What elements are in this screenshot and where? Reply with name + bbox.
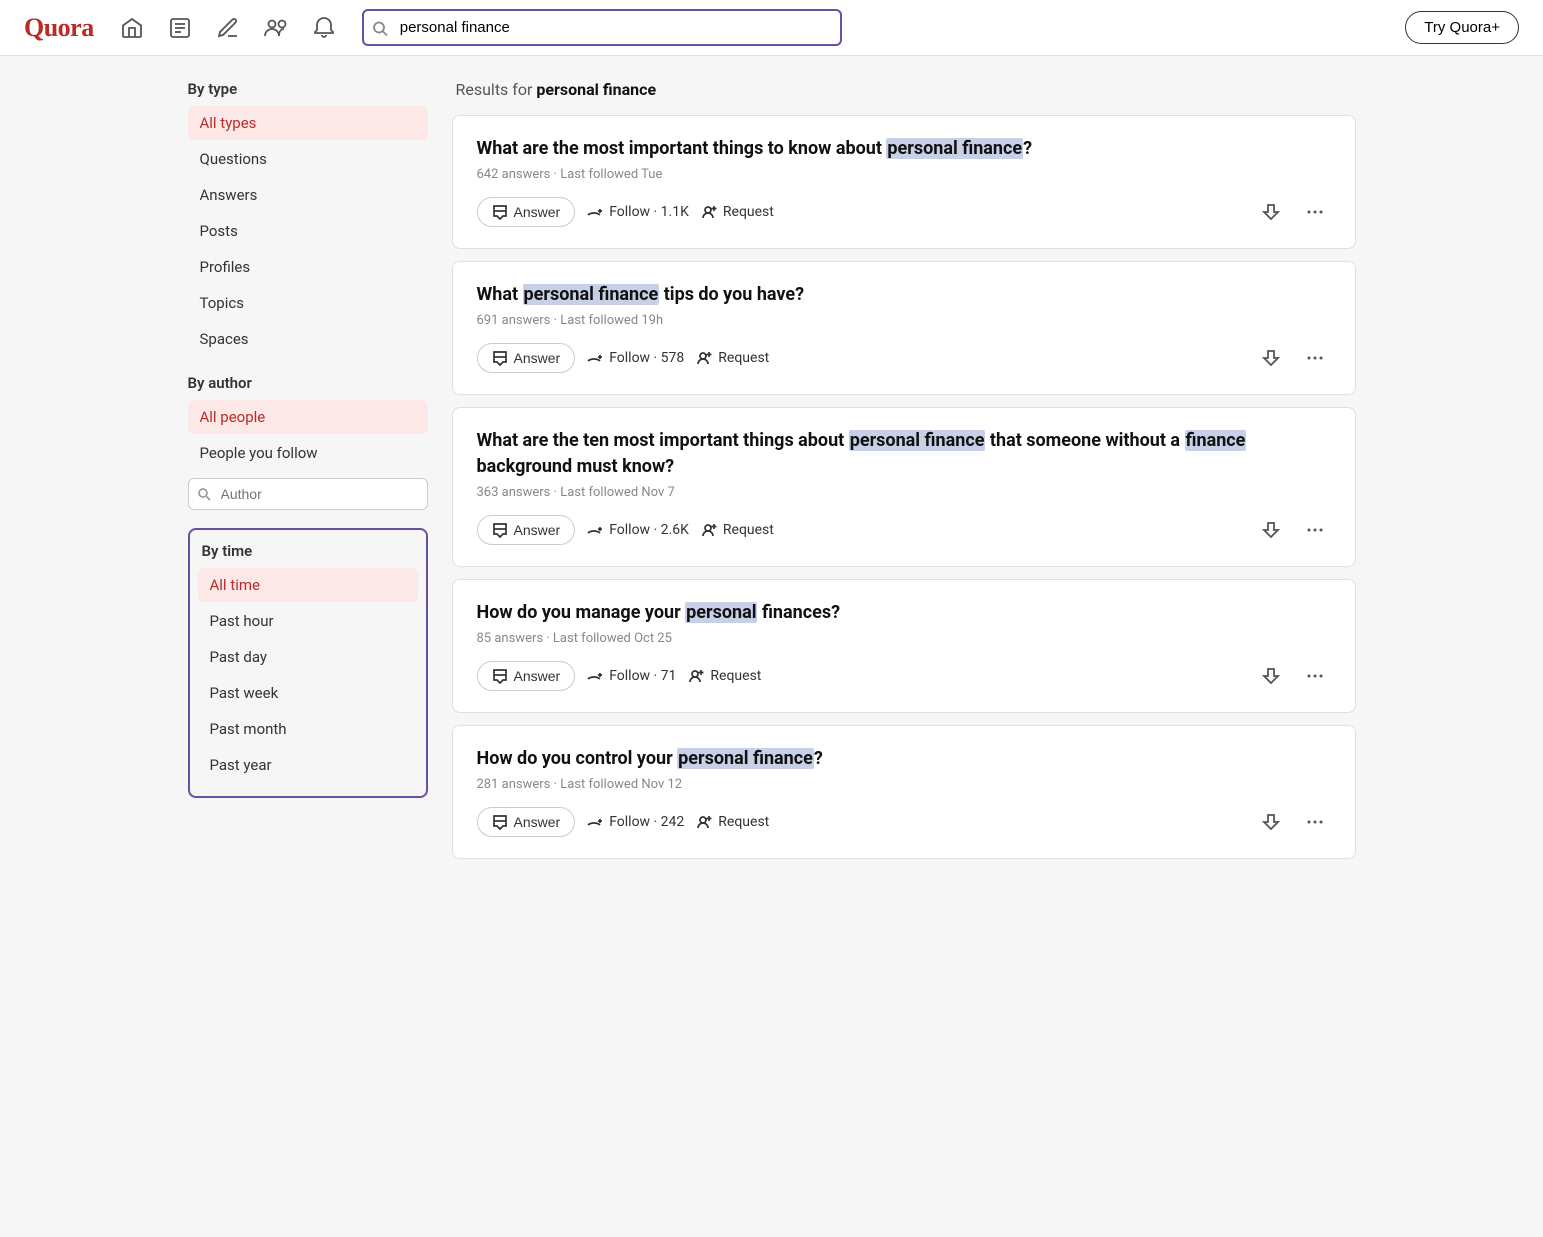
nav-icons (118, 14, 338, 42)
downvote-button[interactable] (1255, 806, 1287, 838)
result-cards: What are the most important things to kn… (452, 115, 1356, 859)
result-meta: 85 answers · Last followed Oct 25 (477, 631, 1331, 646)
downvote-button[interactable] (1255, 660, 1287, 692)
result-actions: Answer Follow · 1.1K Request (477, 196, 1331, 228)
write-nav-icon[interactable] (214, 14, 242, 42)
answer-button[interactable]: Answer (477, 515, 576, 545)
result-title[interactable]: What are the ten most important things a… (477, 428, 1331, 478)
spaces-nav-icon[interactable] (262, 14, 290, 42)
result-card: How do you control your personal finance… (452, 725, 1356, 859)
result-meta: 642 answers · Last followed Tue (477, 167, 1331, 182)
request-button[interactable]: Request (701, 204, 774, 220)
sidebar-type-topics[interactable]: Topics (188, 286, 428, 320)
downvote-button[interactable] (1255, 196, 1287, 228)
try-quora-button[interactable]: Try Quora+ (1405, 11, 1519, 44)
home-nav-icon[interactable] (118, 14, 146, 42)
sidebar-type-profiles[interactable]: Profiles (188, 250, 428, 284)
result-card: What are the most important things to kn… (452, 115, 1356, 249)
answer-button[interactable]: Answer (477, 661, 576, 691)
by-time-section: By time All timePast hourPast dayPast we… (188, 528, 428, 798)
result-card: What are the ten most important things a… (452, 407, 1356, 566)
sidebar-type-questions[interactable]: Questions (188, 142, 428, 176)
sidebar-type-spaces[interactable]: Spaces (188, 322, 428, 356)
sidebar-type-answers[interactable]: Answers (188, 178, 428, 212)
answer-button[interactable]: Answer (477, 807, 576, 837)
sidebar-author-people-you-follow[interactable]: People you follow (188, 436, 428, 470)
result-meta: 691 answers · Last followed 19h (477, 313, 1331, 328)
result-card: How do you manage your personal finances… (452, 579, 1356, 713)
sidebar: By type All typesQuestionsAnswersPostsPr… (188, 80, 428, 871)
header: Quora (0, 0, 1543, 56)
more-options-button[interactable] (1299, 660, 1331, 692)
request-button[interactable]: Request (688, 668, 761, 684)
by-type-title: By type (188, 80, 428, 98)
result-title[interactable]: How do you control your personal finance… (477, 746, 1331, 771)
request-button[interactable]: Request (701, 522, 774, 538)
more-options-button[interactable] (1299, 806, 1331, 838)
sidebar-time-past-hour[interactable]: Past hour (198, 604, 418, 638)
sidebar-time-past-day[interactable]: Past day (198, 640, 418, 674)
follow-button[interactable]: Follow · 242 (587, 814, 684, 830)
result-title[interactable]: How do you manage your personal finances… (477, 600, 1331, 625)
follow-button[interactable]: Follow · 1.1K (587, 204, 689, 220)
author-filters: All peoplePeople you follow (188, 400, 428, 470)
sidebar-time-past-year[interactable]: Past year (198, 748, 418, 782)
sidebar-time-past-week[interactable]: Past week (198, 676, 418, 710)
result-meta: 281 answers · Last followed Nov 12 (477, 777, 1331, 792)
more-options-button[interactable] (1299, 514, 1331, 546)
feed-nav-icon[interactable] (166, 14, 194, 42)
downvote-button[interactable] (1255, 342, 1287, 374)
more-options-button[interactable] (1299, 342, 1331, 374)
follow-button[interactable]: Follow · 71 (587, 668, 676, 684)
result-title[interactable]: What personal finance tips do you have? (477, 282, 1331, 307)
sidebar-type-all-types[interactable]: All types (188, 106, 428, 140)
author-search-container (188, 478, 428, 510)
follow-button[interactable]: Follow · 2.6K (587, 522, 689, 538)
search-icon (372, 18, 388, 37)
type-filters: All typesQuestionsAnswersPostsProfilesTo… (188, 106, 428, 356)
follow-button[interactable]: Follow · 578 (587, 350, 684, 366)
sidebar-time-all-time[interactable]: All time (198, 568, 418, 602)
by-author-title: By author (188, 374, 428, 392)
request-button[interactable]: Request (696, 350, 769, 366)
result-actions: Answer Follow · 2.6K Request (477, 514, 1331, 546)
results-header: Results for personal finance (452, 80, 1356, 99)
request-button[interactable]: Request (696, 814, 769, 830)
author-search-input[interactable] (188, 478, 428, 510)
result-actions: Answer Follow · 242 Request (477, 806, 1331, 838)
more-options-button[interactable] (1299, 196, 1331, 228)
result-actions: Answer Follow · 578 Request (477, 342, 1331, 374)
by-time-title: By time (198, 542, 418, 560)
notifications-nav-icon[interactable] (310, 14, 338, 42)
sidebar-type-posts[interactable]: Posts (188, 214, 428, 248)
search-container (362, 9, 842, 46)
search-input[interactable] (362, 9, 842, 46)
results-query: personal finance (536, 80, 656, 99)
time-filters: All timePast hourPast dayPast weekPast m… (198, 568, 418, 782)
results-area: Results for personal finance What are th… (452, 80, 1356, 871)
result-meta: 363 answers · Last followed Nov 7 (477, 485, 1331, 500)
main-layout: By type All typesQuestionsAnswersPostsPr… (172, 56, 1372, 895)
answer-button[interactable]: Answer (477, 343, 576, 373)
author-search-icon (197, 486, 211, 502)
quora-logo: Quora (24, 13, 94, 43)
result-title[interactable]: What are the most important things to kn… (477, 136, 1331, 161)
sidebar-time-past-month[interactable]: Past month (198, 712, 418, 746)
result-actions: Answer Follow · 71 Request (477, 660, 1331, 692)
answer-button[interactable]: Answer (477, 197, 576, 227)
result-card: What personal finance tips do you have? 6… (452, 261, 1356, 395)
sidebar-author-all-people[interactable]: All people (188, 400, 428, 434)
downvote-button[interactable] (1255, 514, 1287, 546)
